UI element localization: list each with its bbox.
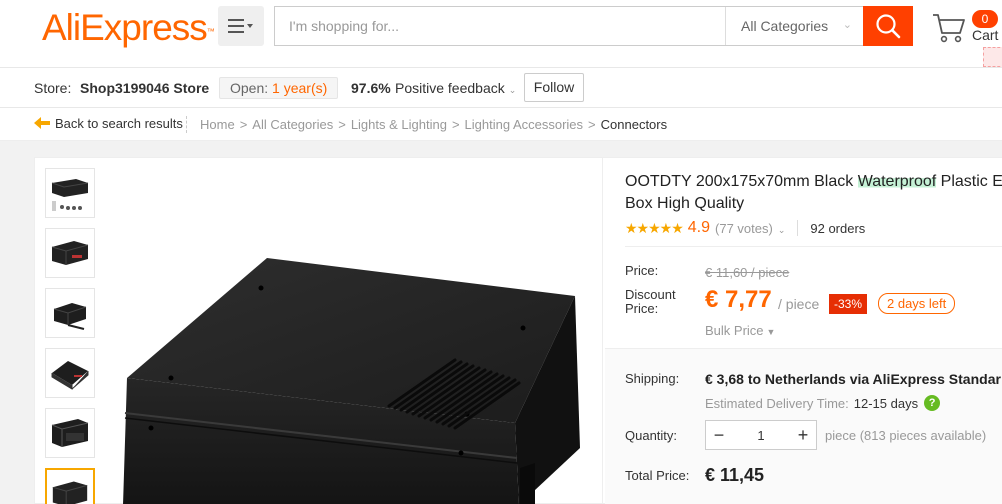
quantity-increase-button[interactable]: +	[790, 421, 816, 449]
category-menu-button[interactable]	[218, 6, 264, 46]
price-label: Price:	[625, 263, 659, 278]
product-info: OOTDTY 200x175x70mm Black Waterproof Pla…	[605, 158, 1002, 504]
discount-price: € 7,77	[705, 286, 772, 313]
estimated-delivery: Estimated Delivery Time: 12-15 days ?	[705, 395, 941, 411]
breadcrumb-divider	[186, 116, 187, 133]
per-piece-unit: / piece	[778, 296, 820, 312]
breadcrumb-connectors[interactable]: Connectors	[601, 117, 667, 132]
chevron-down-icon: ⌄	[777, 224, 786, 235]
quantity-input[interactable]: 1	[732, 428, 790, 443]
cart-count-badge: 0	[972, 10, 998, 28]
product-thumbnail[interactable]	[45, 408, 95, 458]
cart-icon	[933, 14, 965, 43]
total-price: € 11,45	[705, 465, 765, 485]
orders-count: 92 orders	[810, 220, 866, 236]
help-icon[interactable]: ?	[924, 395, 941, 411]
rating-score: 4.9	[687, 219, 711, 236]
star-rating-icon: ★★★★★	[625, 219, 684, 236]
quantity-available: piece (813 pieces available)	[825, 428, 987, 443]
follow-button[interactable]: Follow	[524, 73, 584, 102]
total-price-label: Total Price:	[625, 468, 690, 483]
thumbnail-list	[45, 168, 95, 504]
product-thumbnail[interactable]	[45, 228, 95, 278]
quantity-label: Quantity:	[625, 428, 678, 443]
rating-divider	[797, 220, 799, 236]
feedback-percentage: 97.6%	[351, 80, 391, 96]
product-title: OOTDTY 200x175x70mm Black Waterproof Pla…	[625, 173, 1002, 212]
product-main-image[interactable]	[115, 178, 605, 504]
store-open-badge: Open: 1 year(s)	[219, 77, 339, 99]
back-to-search-link[interactable]: Back to search results	[34, 116, 183, 131]
divider	[625, 246, 1002, 247]
breadcrumb-bar: Back to search results Home > All Catego…	[0, 108, 1002, 141]
quantity-stepper: − 1 +	[705, 420, 817, 450]
caret-down-icon: ▼	[766, 327, 776, 337]
breadcrumb-lighting-accessories[interactable]: Lighting Accessories	[465, 117, 584, 132]
product-thumbnail-selected[interactable]	[45, 468, 95, 504]
top-header: AliExpress™ All Categories ⌄ 0 Cart	[0, 0, 1002, 68]
back-arrow-icon	[34, 116, 50, 129]
search-icon	[876, 14, 901, 39]
breadcrumb: Home > All Categories > Lights & Lightin…	[200, 117, 668, 132]
store-label: Store:	[34, 80, 72, 96]
product-thumbnail[interactable]	[45, 168, 95, 218]
discount-percent-badge: -33%	[829, 294, 868, 314]
product-thumbnail[interactable]	[45, 288, 95, 338]
positive-feedback-dropdown[interactable]: Positive feedback ⌄	[395, 80, 516, 96]
product-thumbnail[interactable]	[45, 348, 95, 398]
aliexpress-logo[interactable]: AliExpress™	[42, 8, 215, 48]
search-bar: All Categories ⌄	[274, 6, 864, 46]
breadcrumb-all-categories[interactable]: All Categories	[252, 117, 333, 132]
search-input[interactable]	[289, 7, 719, 45]
search-button[interactable]	[863, 6, 913, 46]
breadcrumb-home[interactable]: Home	[200, 117, 235, 132]
quantity-decrease-button[interactable]: −	[706, 421, 732, 449]
product-panel: OOTDTY 200x175x70mm Black Waterproof Pla…	[34, 157, 1002, 504]
floating-widget[interactable]	[983, 47, 1002, 67]
store-info-bar: Store: Shop3199046 Store Open: 1 year(s)…	[0, 68, 1002, 108]
store-name-link[interactable]: Shop3199046 Store	[80, 80, 209, 96]
chevron-down-icon: ⌄	[508, 85, 517, 95]
shipping-label: Shipping:	[625, 371, 680, 386]
discount-price-label: Discount Price:	[625, 287, 676, 316]
breadcrumb-lights-lighting[interactable]: Lights & Lighting	[351, 117, 447, 132]
chevron-down-icon: ⌄	[842, 19, 852, 31]
days-left-badge: 2 days left	[878, 293, 956, 314]
votes-dropdown[interactable]: (77 votes) ⌄	[715, 221, 785, 236]
cart-label: Cart	[972, 27, 999, 43]
original-price: € 11,60 / piece	[705, 265, 790, 280]
product-rating: ★★★★★ 4.9 (77 votes) ⌄ 92 orders	[625, 219, 865, 237]
search-category-select[interactable]: All Categories ⌄	[725, 7, 864, 45]
cart-button[interactable]: 0 Cart	[930, 10, 1002, 50]
menu-icon	[228, 19, 253, 33]
shipping-method-dropdown[interactable]: € 3,68 to Netherlands via AliExpress Sta…	[705, 371, 1001, 387]
column-divider	[602, 158, 603, 504]
bulk-price-dropdown[interactable]: Bulk Price ▼	[705, 323, 775, 338]
